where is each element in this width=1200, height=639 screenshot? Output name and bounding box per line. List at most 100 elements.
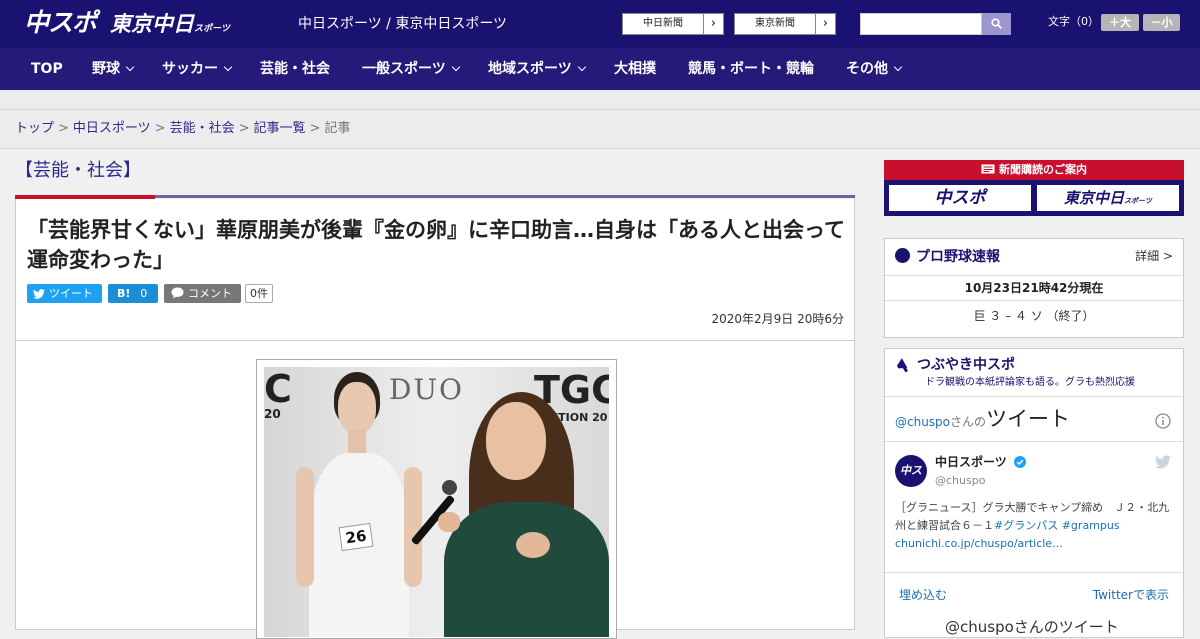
nav-item-regional-sports[interactable]: 地域スポーツ	[488, 48, 586, 90]
tweet-text: ［グラニュース］グラ大勝でキャンプ締め Ｊ２・北九州と練習試合６－１#グランパス…	[895, 499, 1173, 553]
hatena-bookmark-button[interactable]: B! 0	[108, 284, 158, 303]
embed-link[interactable]: 埋め込む	[899, 587, 947, 603]
tokyo-logo-text: 東京中日	[110, 12, 194, 36]
twitter-bird-icon	[33, 289, 45, 299]
chuspo-logo[interactable]: 中スポ	[24, 8, 97, 38]
tweet-timeline-header: @chuspoさんのツイート	[885, 398, 1183, 442]
article-photo[interactable]: C 20 DUO TGC UDITION 20 26	[264, 367, 609, 637]
divider	[885, 300, 1183, 301]
breadcrumb-separator: >	[154, 121, 166, 136]
divider	[885, 275, 1183, 276]
section-underline-purple	[155, 195, 855, 198]
breadcrumb-entertainment[interactable]: 芸能・社会	[170, 121, 235, 136]
baseball-title: プロ野球速報	[895, 248, 1000, 266]
subscribe-tokyo-link[interactable]: 東京中日スポーツ	[1036, 184, 1180, 212]
nav-label: 地域スポーツ	[488, 61, 572, 77]
baseball-score-row[interactable]: 巨 ３ – ４ ソ （終了）	[885, 309, 1183, 323]
hatena-icon: B!	[117, 287, 131, 300]
tsubuyaki-card: つぶやき中スポ ドラ観戦の本紙評論家も語る。グラも熱烈応援 @chuspoさんの…	[884, 348, 1184, 638]
nav-item-others[interactable]: その他	[846, 48, 903, 90]
comment-button[interactable]: コメント	[164, 284, 241, 303]
chuspo-handle-link[interactable]: @chuspo	[895, 415, 950, 429]
chunichi-shimbun-link[interactable]: 中日新聞 ›	[622, 13, 724, 35]
view-on-twitter-link[interactable]: Twitterで表示	[1093, 587, 1169, 603]
font-smaller-button[interactable]: －小	[1143, 14, 1180, 31]
search-button[interactable]	[982, 13, 1011, 35]
subscription-title-text: 新聞購読のご案内	[999, 163, 1087, 176]
subscribe-chuspo-link[interactable]: 中スポ	[888, 184, 1032, 212]
baseball-scores-card: プロ野球速報 詳細 > 10月23日21時42分現在 巨 ３ – ４ ソ （終了…	[884, 238, 1184, 338]
nav-label: 野球	[92, 61, 120, 77]
chuspo-avatar[interactable]: 中スポ	[895, 455, 927, 509]
nav-item-entertainment[interactable]: 芸能・社会	[260, 48, 330, 90]
chevron-down-icon	[125, 62, 135, 72]
nav-item-racing[interactable]: 競馬・ボート・競輪	[688, 48, 814, 90]
tokyo-chunichi-logo[interactable]: 東京中日スポーツ	[110, 10, 230, 43]
ad-strip	[0, 90, 1200, 110]
chevron-down-icon	[223, 62, 233, 72]
baseball-title-text: プロ野球速報	[916, 249, 1000, 265]
breadcrumb-current: 記事	[324, 121, 351, 136]
breadcrumb-article-list[interactable]: 記事一覧	[254, 121, 306, 136]
chevron-right-icon: ›	[815, 14, 835, 34]
hashtag-grampus-jp[interactable]: #グランパス	[994, 519, 1058, 532]
info-icon[interactable]	[1155, 413, 1171, 429]
baseball-icon	[895, 248, 910, 263]
chevron-right-icon: ›	[703, 14, 723, 34]
breadcrumb-top[interactable]: トップ	[15, 121, 54, 136]
newspaper-icon	[981, 164, 995, 174]
nav-item-general-sports[interactable]: 一般スポーツ	[362, 48, 460, 90]
baseball-details-link[interactable]: 詳細 >	[1135, 248, 1173, 264]
site-names: 中日スポーツ / 東京中日スポーツ	[298, 16, 508, 32]
article-date: 2020年2月9日 20時6分	[711, 312, 844, 326]
tweet-account-name[interactable]: 中日スポーツ	[935, 455, 1026, 470]
tweet-label: ツイート	[49, 287, 93, 300]
twitter-bird-icon	[1155, 455, 1171, 469]
tweet-item[interactable]: 中スポ 中日スポーツ @chuspo ［グラニュース］グラ大勝でキャンプ締め Ｊ…	[885, 443, 1183, 573]
subscribe-tokyo-text: 東京中日	[1064, 189, 1125, 207]
photo-frame: C 20 DUO TGC UDITION 20 26	[256, 359, 617, 639]
tweet-account-name-text: 中日スポーツ	[935, 455, 1007, 469]
chevron-down-icon	[451, 62, 460, 72]
nav-item-soccer[interactable]: サッカー	[162, 48, 233, 90]
tweet-button[interactable]: ツイート	[27, 284, 102, 303]
timeline-handle-suffix: さんの	[950, 415, 987, 429]
entry-number-tag: 26	[338, 522, 374, 552]
nav-item-top[interactable]: TOP	[31, 48, 63, 90]
section-title: 【芸能・社会】	[15, 160, 141, 181]
breadcrumb: トップ > 中日スポーツ > 芸能・社会 > 記事一覧 > 記事	[0, 110, 1200, 149]
baseball-updated: 10月23日21時42分現在	[964, 281, 1104, 295]
subscription-banner[interactable]: 新聞購読のご案内 中スポ 東京中日スポーツ	[884, 160, 1184, 216]
woman-figure	[410, 382, 609, 637]
site-header: 中スポ 東京中日スポーツ 中日スポーツ / 東京中日スポーツ 中日新聞 › 東京…	[0, 0, 1200, 48]
tweet-article-link[interactable]: chunichi.co.jp/chuspo/article…	[895, 537, 1063, 550]
subscription-title: 新聞購読のご案内	[884, 160, 1184, 180]
main-nav: TOP 野球 サッカー 芸能・社会 一般スポーツ 地域スポーツ 大相撲 競馬・ボ…	[0, 48, 1200, 90]
timeline-header-word: ツイート	[986, 407, 1071, 431]
main-column: 【芸能・社会】 「芸能界甘くない」華原朋美が後輩『金の卵』に辛口助言…自身は「あ…	[15, 158, 855, 639]
backdrop-c: C	[264, 367, 292, 411]
font-size-label: 文字（0）	[1048, 15, 1099, 28]
nav-item-baseball[interactable]: 野球	[92, 48, 135, 90]
breadcrumb-chuspo[interactable]: 中日スポーツ	[73, 121, 151, 136]
chevron-down-icon	[577, 62, 586, 72]
font-larger-button[interactable]: ＋大	[1101, 14, 1139, 31]
nav-label: 芸能・社会	[260, 61, 330, 77]
nav-label: サッカー	[162, 61, 218, 77]
article-headline: 「芸能界甘くない」華原朋美が後輩『金の卵』に辛口助言…自身は「ある人と出会って運…	[27, 218, 845, 272]
nav-label: 競馬・ボート・競輪	[688, 61, 814, 77]
breadcrumb-separator: >	[58, 121, 69, 136]
tokyo-shimbun-link[interactable]: 東京新聞 ›	[734, 13, 836, 35]
hashtag-grampus[interactable]: #grampus	[1062, 519, 1120, 532]
search-input[interactable]	[860, 13, 982, 35]
comment-label: コメント	[188, 287, 232, 300]
timeline-title: @chuspoさんのツイート	[895, 407, 1070, 434]
backdrop-c20: 20	[264, 407, 281, 421]
nav-label: 大相撲	[614, 61, 656, 77]
tokyo-shimbun-label: 東京新聞	[755, 18, 795, 29]
nav-item-sumo[interactable]: 大相撲	[614, 48, 656, 90]
breadcrumb-separator: >	[309, 121, 321, 136]
nav-label: TOP	[31, 61, 63, 77]
article-photo-area: C 20 DUO TGC UDITION 20 26	[15, 340, 855, 639]
tsubuyaki-title: つぶやき中スポ	[917, 357, 1015, 373]
